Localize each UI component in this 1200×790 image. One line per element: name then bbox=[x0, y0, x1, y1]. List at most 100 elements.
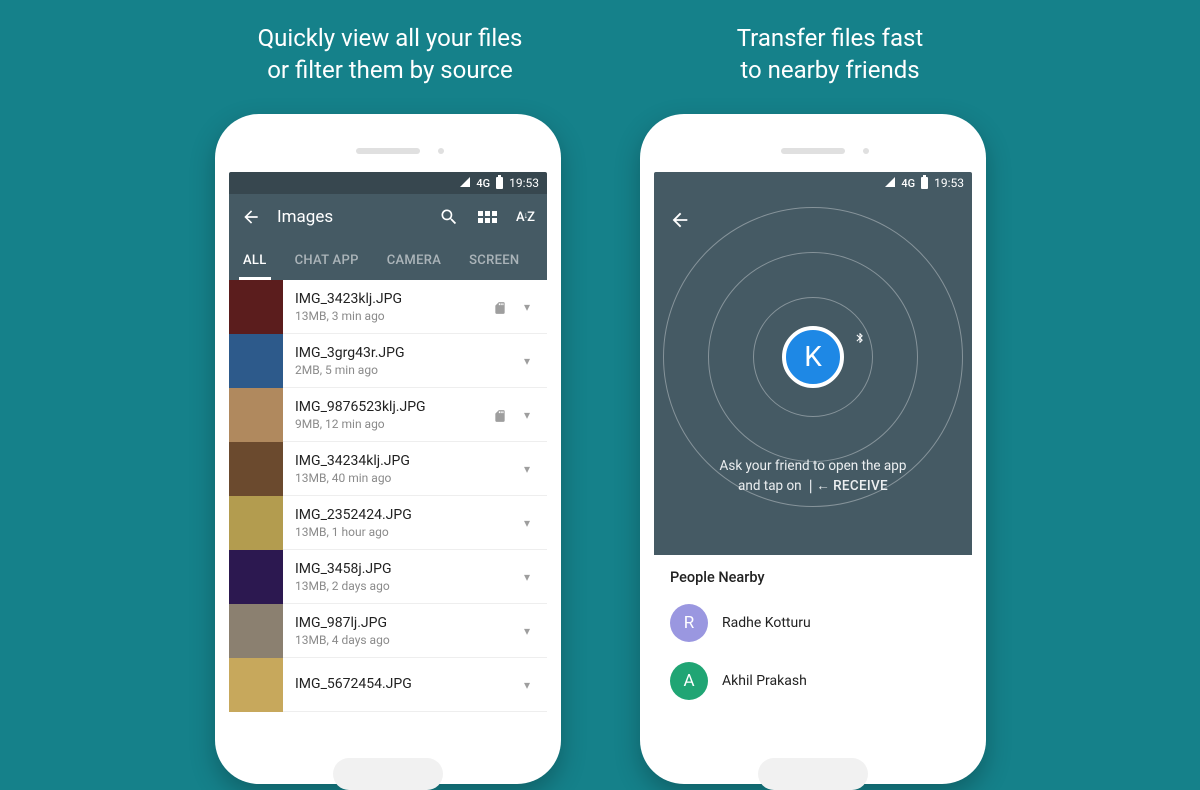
sort-button[interactable]: A↓Z bbox=[513, 205, 537, 229]
nearby-person[interactable]: A Akhil Prakash bbox=[670, 652, 956, 710]
file-subtitle: 13MB, 4 days ago bbox=[295, 633, 513, 647]
file-subtitle: 13MB, 1 hour ago bbox=[295, 525, 513, 539]
person-name: Radhe Kotturu bbox=[722, 615, 811, 631]
file-name: IMG_34234klj.JPG bbox=[295, 453, 513, 469]
search-button[interactable] bbox=[437, 205, 461, 229]
marketing-caption-left: Quickly view all your files or filter th… bbox=[200, 22, 580, 87]
file-meta: IMG_3458j.JPG 13MB, 2 days ago bbox=[283, 561, 513, 593]
view-grid-button[interactable] bbox=[475, 205, 499, 229]
row-menu-button[interactable]: ▾ bbox=[513, 408, 541, 422]
tab-chat-app[interactable]: CHAT APP bbox=[281, 240, 373, 280]
sensor-dot bbox=[438, 148, 444, 154]
screen-left: 4G 19:53 Images A↓Z ALL bbox=[229, 172, 547, 750]
file-subtitle: 2MB, 5 min ago bbox=[295, 363, 513, 377]
file-meta: IMG_3grg43r.JPG 2MB, 5 min ago bbox=[283, 345, 513, 377]
app-bar: Images A↓Z ALL CHAT APP CAMERA SCREEN bbox=[229, 194, 547, 280]
file-row[interactable]: IMG_5672454.JPG▾ bbox=[229, 658, 547, 712]
battery-icon bbox=[496, 177, 503, 189]
arrow-left-icon bbox=[669, 209, 691, 231]
file-name: IMG_3458j.JPG bbox=[295, 561, 513, 577]
file-name: IMG_9876523klj.JPG bbox=[295, 399, 493, 415]
battery-icon bbox=[921, 177, 928, 189]
speaker-slot bbox=[781, 148, 845, 154]
signal-icon bbox=[460, 176, 470, 190]
person-name: Akhil Prakash bbox=[722, 673, 807, 689]
file-list[interactable]: IMG_3423klj.JPG13MB, 3 min ago▾IMG_3grg4… bbox=[229, 280, 547, 750]
screen-right: 4G 19:53 K bbox=[654, 172, 972, 750]
row-menu-button[interactable]: ▾ bbox=[513, 678, 541, 692]
file-row[interactable]: IMG_3423klj.JPG 13MB, 3 min ago ▾ bbox=[229, 280, 547, 334]
avatar-letter: A bbox=[683, 671, 694, 691]
file-thumbnail bbox=[229, 334, 283, 388]
file-name: IMG_2352424.JPG bbox=[295, 507, 513, 523]
people-nearby-title: People Nearby bbox=[670, 569, 956, 586]
file-subtitle: 13MB, 3 min ago bbox=[295, 309, 493, 323]
home-button[interactable] bbox=[758, 758, 868, 790]
arrow-left-icon bbox=[241, 207, 261, 227]
network-label: 4G bbox=[476, 177, 490, 190]
people-nearby-section: People Nearby R Radhe Kotturu A Akhil Pr… bbox=[654, 555, 972, 750]
avatar-letter: K bbox=[804, 340, 822, 373]
device-frame-left: 4G 19:53 Images A↓Z ALL bbox=[215, 114, 561, 784]
page-title: Images bbox=[277, 207, 423, 227]
back-button[interactable] bbox=[668, 208, 692, 232]
person-avatar: R bbox=[670, 604, 708, 642]
clock: 19:53 bbox=[934, 176, 964, 190]
file-name: IMG_3423klj.JPG bbox=[295, 291, 493, 307]
home-button[interactable] bbox=[333, 758, 443, 790]
file-row[interactable]: IMG_34234klj.JPG 13MB, 40 min ago▾ bbox=[229, 442, 547, 496]
filter-tabs: ALL CHAT APP CAMERA SCREEN bbox=[229, 240, 547, 280]
row-menu-button[interactable]: ▾ bbox=[513, 624, 541, 638]
avatar-letter: R bbox=[684, 613, 694, 633]
file-thumbnail bbox=[229, 280, 283, 334]
status-bar: 4G 19:53 bbox=[229, 172, 547, 194]
clock: 19:53 bbox=[509, 176, 539, 190]
file-row[interactable]: IMG_3grg43r.JPG 2MB, 5 min ago▾ bbox=[229, 334, 547, 388]
tab-screen[interactable]: SCREEN bbox=[455, 240, 533, 280]
transfer-radar-panel: K Ask your friend to open the app and ta… bbox=[654, 194, 972, 555]
file-subtitle: 9MB, 12 min ago bbox=[295, 417, 493, 431]
back-button[interactable] bbox=[239, 205, 263, 229]
file-meta: IMG_2352424.JPG 13MB, 1 hour ago bbox=[283, 507, 513, 539]
file-thumbnail bbox=[229, 604, 283, 658]
sort-az-icon: A↓Z bbox=[516, 210, 534, 225]
grid-icon bbox=[478, 211, 497, 223]
row-menu-button[interactable]: ▾ bbox=[513, 462, 541, 476]
self-avatar: K bbox=[782, 326, 844, 388]
row-menu-button[interactable]: ▾ bbox=[513, 570, 541, 584]
file-thumbnail bbox=[229, 496, 283, 550]
file-thumbnail bbox=[229, 388, 283, 442]
file-name: IMG_5672454.JPG bbox=[295, 676, 513, 692]
file-thumbnail bbox=[229, 442, 283, 496]
row-menu-button[interactable]: ▾ bbox=[513, 354, 541, 368]
file-row[interactable]: IMG_987lj.JPG 13MB, 4 days ago▾ bbox=[229, 604, 547, 658]
file-row[interactable]: IMG_2352424.JPG 13MB, 1 hour ago▾ bbox=[229, 496, 547, 550]
file-subtitle: 13MB, 2 days ago bbox=[295, 579, 513, 593]
sd-card-icon bbox=[493, 300, 509, 314]
network-label: 4G bbox=[901, 177, 915, 190]
marketing-caption-right: Transfer files fast to nearby friends bbox=[640, 22, 1020, 87]
sensor-dot bbox=[863, 148, 869, 154]
sd-card-icon bbox=[493, 408, 509, 422]
caption-text: Transfer files fast bbox=[737, 24, 924, 52]
file-row[interactable]: IMG_3458j.JPG 13MB, 2 days ago▾ bbox=[229, 550, 547, 604]
nearby-person[interactable]: R Radhe Kotturu bbox=[670, 594, 956, 652]
signal-icon bbox=[885, 176, 895, 190]
file-meta: IMG_5672454.JPG bbox=[283, 676, 513, 694]
file-meta: IMG_34234klj.JPG 13MB, 40 min ago bbox=[283, 453, 513, 485]
row-menu-button[interactable]: ▾ bbox=[513, 516, 541, 530]
caption-text: or filter them by source bbox=[267, 56, 513, 84]
caption-text: to nearby friends bbox=[740, 56, 919, 84]
file-row[interactable]: IMG_9876523klj.JPG 9MB, 12 min ago ▾ bbox=[229, 388, 547, 442]
file-name: IMG_3grg43r.JPG bbox=[295, 345, 513, 361]
tab-camera[interactable]: CAMERA bbox=[373, 240, 455, 280]
row-menu-button[interactable]: ▾ bbox=[513, 300, 541, 314]
tab-all[interactable]: ALL bbox=[229, 240, 281, 280]
bluetooth-icon bbox=[854, 330, 866, 350]
file-meta: IMG_3423klj.JPG 13MB, 3 min ago bbox=[283, 291, 493, 323]
file-subtitle: 13MB, 40 min ago bbox=[295, 471, 513, 485]
file-thumbnail bbox=[229, 550, 283, 604]
caption-text: Quickly view all your files bbox=[258, 24, 523, 52]
file-name: IMG_987lj.JPG bbox=[295, 615, 513, 631]
device-frame-right: 4G 19:53 K bbox=[640, 114, 986, 784]
